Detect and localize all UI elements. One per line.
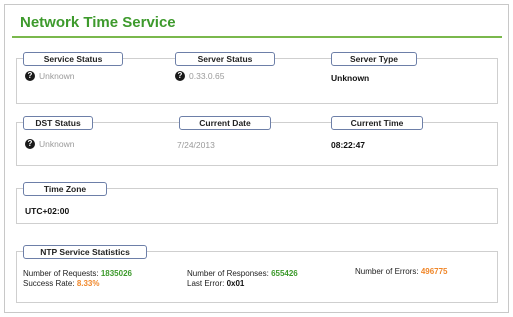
last-error-stat: Last Error: 0x01 (187, 279, 244, 288)
server-status-legend: Server Status (175, 52, 275, 66)
errors-label: Number of Errors: (355, 267, 419, 276)
question-circle-icon: ? (25, 71, 35, 81)
question-circle-icon: ? (175, 71, 185, 81)
time-zone-group: Time Zone UTC+02:00 (16, 182, 498, 224)
requests-value: 1835026 (100, 269, 132, 278)
service-status-value: ? Unknown (25, 71, 74, 81)
responses-label: Number of Responses: (187, 269, 269, 278)
requests-stat: Number of Requests: 1835026 (23, 269, 132, 278)
ntp-statistics-legend: NTP Service Statistics (23, 245, 147, 259)
responses-value: 655426 (271, 269, 298, 278)
last-error-value: 0x01 (226, 279, 245, 288)
errors-value: 496775 (420, 267, 448, 276)
current-time-value: 08:22:47 (331, 140, 366, 150)
requests-label: Number of Requests: (23, 269, 99, 278)
question-circle-icon: ? (25, 139, 35, 149)
time-zone-value: UTC+02:00 (25, 206, 70, 216)
server-status-value: ? 0.33.0.65 (175, 71, 224, 81)
last-error-label: Last Error: (187, 279, 225, 288)
current-date-legend: Current Date (179, 116, 271, 130)
server-type-value: Unknown (331, 73, 370, 83)
dst-date-time-group: DST Status Current Date Current Time ? U… (16, 116, 498, 166)
errors-stat: Number of Errors: 496775 (355, 267, 448, 276)
ntp-statistics-group: NTP Service Statistics Number of Request… (16, 245, 498, 303)
responses-stat: Number of Responses: 655426 (187, 269, 298, 278)
dst-status-text: Unknown (39, 139, 75, 149)
service-status-text: Unknown (39, 71, 75, 81)
server-type-legend: Server Type (331, 52, 417, 66)
service-status-legend: Service Status (23, 52, 123, 66)
success-rate-label: Success Rate: (23, 279, 75, 288)
current-time-legend: Current Time (331, 116, 423, 130)
page-title: Network Time Service (20, 14, 176, 31)
time-zone-legend: Time Zone (23, 182, 107, 196)
dst-status-legend: DST Status (23, 116, 93, 130)
service-status-group: Service Status Server Status Server Type… (16, 52, 498, 104)
success-rate-value: 8.33% (76, 279, 100, 288)
current-date-value: 7/24/2013 (177, 140, 215, 150)
success-rate-stat: Success Rate: 8.33% (23, 279, 100, 288)
title-divider (12, 36, 502, 38)
server-status-text: 0.33.0.65 (189, 71, 225, 81)
dst-status-value: ? Unknown (25, 139, 74, 149)
